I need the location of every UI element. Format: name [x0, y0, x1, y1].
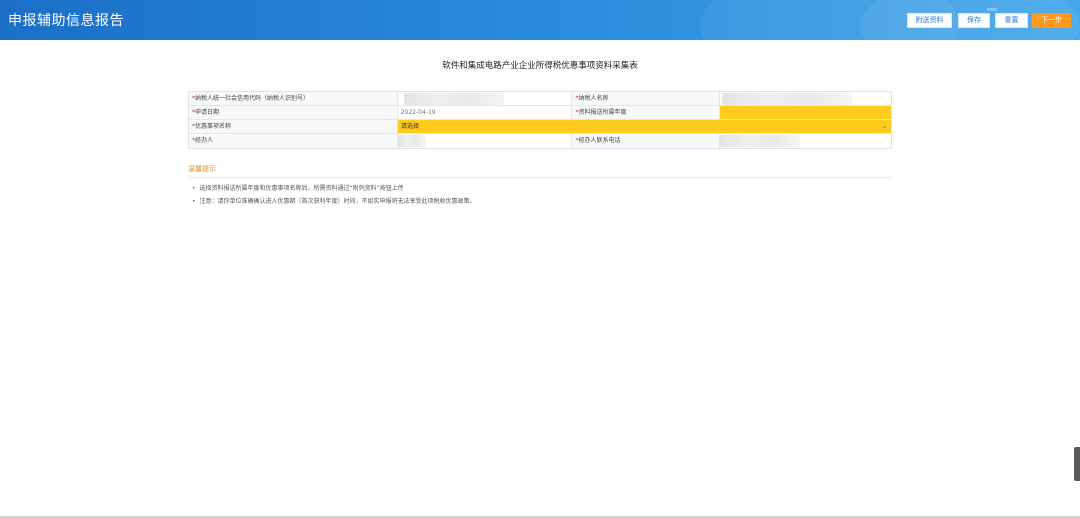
- report-year-label: *资料报送所属年度: [572, 106, 721, 119]
- chevron-down-icon: ⌄: [881, 123, 887, 130]
- redacted-value: [722, 93, 853, 105]
- reset-button[interactable]: 重置: [995, 13, 1028, 28]
- item-name-label: *优惠事项名称: [189, 120, 398, 133]
- taxpayer-id-label-text: 纳税人统一社会信用代码（纳税人识别号）: [195, 95, 310, 102]
- apply-date-label: *申请日期: [189, 106, 398, 119]
- form-row: *优惠事项名称 请选择 ⌄: [189, 120, 891, 134]
- report-year-select[interactable]: [720, 106, 891, 119]
- tips-title: 温馨提示: [188, 165, 216, 173]
- bullet-icon: •: [192, 185, 196, 192]
- next-step-button[interactable]: 下一步: [1032, 13, 1071, 28]
- report-year-label-text: 资料报送所属年度: [578, 109, 627, 116]
- handler-label-text: 经办人: [195, 137, 214, 144]
- tip-item: • 选择资料报送所属年度和优惠事项名称后，所需资料通过“附列资料”按钮上传: [192, 183, 404, 192]
- form-row: *申请日期 2022-04-19 *资料报送所属年度: [189, 106, 891, 120]
- taxpayer-id-field[interactable]: [398, 92, 573, 105]
- attach-materials-button[interactable]: 附送资料: [907, 13, 952, 28]
- handler-phone-field[interactable]: [720, 134, 891, 148]
- handler-phone-label-text: 经办人联系电话: [578, 137, 621, 144]
- app-header: 申报辅助信息报告 附送资料 保存 重置 下一步: [0, 0, 1080, 40]
- page-header-title: 申报辅助信息报告: [8, 13, 124, 29]
- apply-date-field[interactable]: 2022-04-19: [398, 106, 573, 119]
- form-row: *经办人 *经办人联系电话: [189, 134, 891, 148]
- side-drawer-handle[interactable]: [1074, 447, 1080, 481]
- form-title: 软件和集成电路产业企业所得税优惠事项资料采集表: [442, 61, 638, 71]
- tips-divider: [188, 177, 892, 178]
- handler-label: *经办人: [189, 134, 398, 148]
- bullet-icon: •: [192, 198, 196, 205]
- tip-item: • 注意：请你单位准确确认进入优惠期（首次获利年度）时间，不如实申报将无法享受此项…: [192, 196, 476, 205]
- redacted-value: [403, 93, 504, 105]
- item-name-select[interactable]: 请选择 ⌄: [398, 120, 891, 133]
- taxpayer-id-label: *纳税人统一社会信用代码（纳税人识别号）: [189, 92, 398, 105]
- apply-date-label-text: 申请日期: [195, 109, 220, 116]
- form-row: *纳税人统一社会信用代码（纳税人识别号） *纳税人名称: [189, 92, 891, 106]
- redacted-value: [397, 135, 426, 147]
- item-name-label-text: 优惠事项名称: [195, 123, 232, 130]
- collection-form: *纳税人统一社会信用代码（纳税人识别号） *纳税人名称 *申请日期 2022-0…: [188, 91, 892, 149]
- header-marker: [987, 8, 997, 11]
- taxpayer-name-label: *纳税人名称: [572, 92, 721, 105]
- handler-phone-label: *经办人联系电话: [572, 134, 721, 148]
- taxpayer-name-field[interactable]: [720, 92, 891, 105]
- redacted-value: [720, 135, 801, 147]
- save-button[interactable]: 保存: [958, 13, 990, 28]
- taxpayer-name-label-text: 纳税人名称: [578, 95, 609, 102]
- tip-text: 选择资料报送所属年度和优惠事项名称后，所需资料通过“附列资料”按钮上传: [199, 185, 404, 192]
- item-name-placeholder: 请选择: [401, 123, 420, 130]
- tip-text: 注意：请你单位准确确认进入优惠期（首次获利年度）时间，不如实申报将无法享受此项税…: [199, 198, 476, 205]
- handler-field[interactable]: [397, 134, 573, 148]
